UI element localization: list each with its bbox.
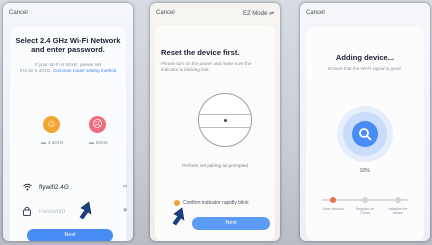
step-dot-register [362, 197, 368, 203]
instruction-text: Please turn on the power and make sure t… [161, 61, 252, 72]
page-title: Reset the device first. [161, 48, 240, 57]
band-2-4ghz-label: 2.4GHz [48, 140, 64, 145]
wifi-ssid: flywifi2.4G [39, 184, 69, 191]
password-row: ◉ [23, 206, 133, 217]
router-icon: ▬ [89, 140, 94, 146]
step-dot-scan [330, 197, 336, 203]
swap-icon: ⇌ [268, 11, 274, 17]
pairing-hint-link[interactable]: Perform net pairing as prompted [158, 163, 272, 168]
cancel-link[interactable]: Cancel [306, 10, 325, 16]
indicator-light [224, 119, 227, 122]
subtitle-line2: it to be 2.4GHz. Common router setting m… [9, 68, 127, 74]
page-title-line2: and enter password. [31, 45, 105, 54]
phone-screen-adding-device: Cancel Adding device... Ensure that the … [300, 3, 430, 241]
page-title-line1: Select 2.4 GHz Wi-Fi Network [15, 36, 121, 45]
device-seam [199, 114, 251, 115]
page-title: Adding device... [335, 53, 395, 62]
cancel-link[interactable]: Cancel [9, 10, 28, 16]
pointing-arrow-icon [172, 207, 185, 226]
top-bar: Cancel [3, 3, 133, 25]
lock-icon [23, 206, 31, 218]
router-icon: ▬ [41, 140, 46, 146]
switch-network-icon[interactable]: ⇄ [123, 184, 127, 190]
wifi-icon [23, 183, 32, 193]
device-illustration [198, 93, 252, 147]
device-seam [199, 127, 251, 128]
cancel-link[interactable]: Cancel [156, 10, 175, 16]
ez-mode-switch[interactable]: EZ Mode ⇌ [243, 10, 274, 17]
next-button[interactable]: Next [27, 229, 113, 241]
step-label-scan: Scan devices [322, 207, 344, 211]
step-label-register: Register on Cloud [355, 207, 375, 216]
signal-hint: Ensure that the Wi-Fi signal is good. [328, 66, 402, 71]
confirm-blink-label: Confirm indicator rapidly blink [183, 200, 249, 206]
step-label-initialize: Initialize the device [388, 207, 408, 216]
search-icon [352, 121, 378, 147]
top-bar: Cancel [300, 3, 430, 25]
show-password-icon[interactable]: ◉ [123, 207, 127, 213]
router-setting-link[interactable]: Common router setting method [53, 68, 116, 73]
band-5ghz: ▬ 5GHz [89, 140, 108, 146]
sad-face-icon: ☹ [89, 116, 106, 133]
phone-screen-wifi-setup: Cancel Select 2.4 GHz Wi-Fi Network and … [3, 3, 133, 241]
next-button[interactable]: Next [192, 217, 270, 230]
step-dot-initialize [395, 197, 401, 203]
phone-screen-reset-device: Cancel EZ Mode ⇌ Reset the device first.… [150, 3, 280, 241]
happy-face-icon: ☺ [43, 116, 60, 133]
progress-percent: 93% [359, 168, 370, 174]
mode-label: EZ Mode [242, 11, 268, 17]
pointing-arrow-icon [79, 201, 92, 220]
subtitle-line2-text: it to be 2.4GHz. [19, 68, 52, 73]
top-bar: Cancel EZ Mode ⇌ [150, 3, 280, 25]
wifi-network-row[interactable]: flywifi2.4G ⇄ [23, 183, 133, 193]
band-2-4ghz: ▬ 2.4GHz [41, 140, 64, 146]
band-5ghz-label: 5GHz [96, 140, 108, 145]
